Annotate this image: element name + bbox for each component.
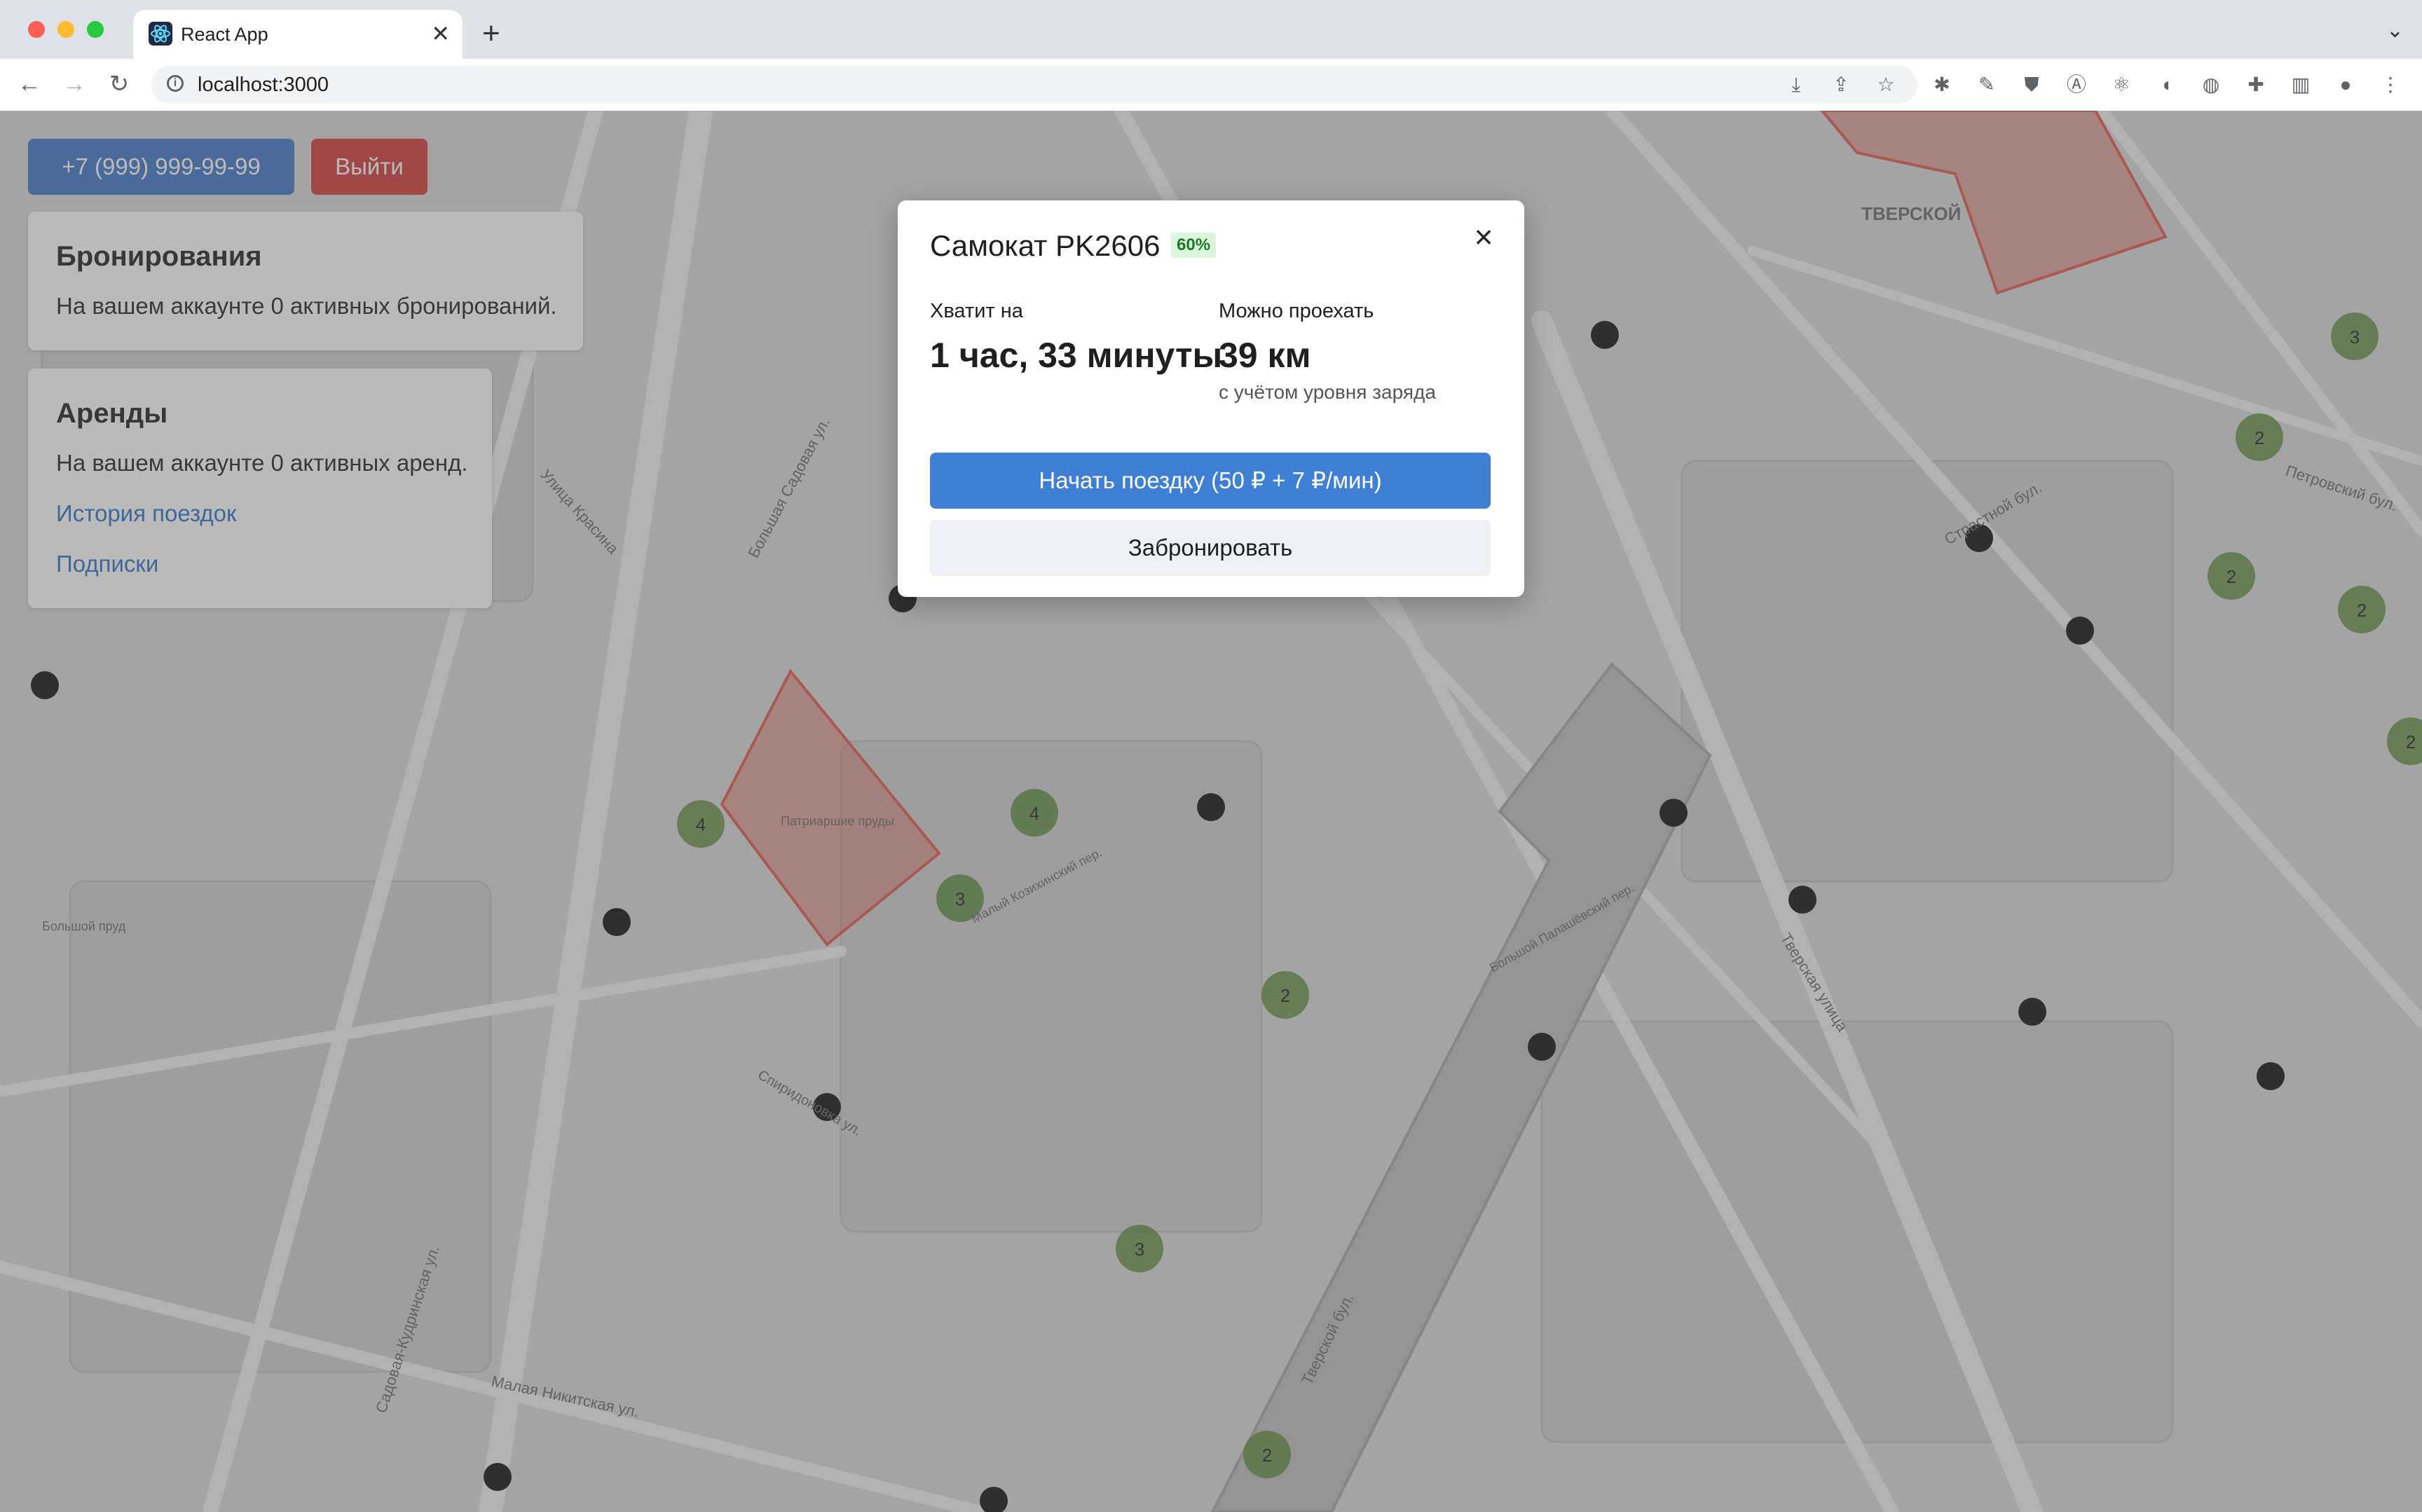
forward-button[interactable]: → bbox=[59, 69, 90, 99]
time-label: Хватит на bbox=[930, 300, 1023, 322]
close-icon[interactable]: × bbox=[1468, 221, 1499, 253]
star-icon[interactable]: ☆ bbox=[1874, 73, 1898, 97]
share-icon[interactable]: ⇪ bbox=[1829, 73, 1853, 97]
distance-label: Можно проехать bbox=[1219, 300, 1374, 322]
modal-title: Самокат PK2606 bbox=[930, 229, 1161, 262]
reload-button[interactable]: ↻ bbox=[104, 69, 135, 99]
shield-icon[interactable]: ⛊ bbox=[2020, 73, 2044, 97]
puzzle-icon[interactable]: ✚ bbox=[2244, 73, 2268, 97]
react-devtools-icon[interactable]: ⚛ bbox=[2109, 73, 2133, 97]
globe-icon[interactable]: ◍ bbox=[2199, 73, 2223, 97]
profile-icon[interactable]: ● bbox=[2334, 73, 2358, 97]
react-favicon-icon bbox=[149, 22, 172, 46]
eyedropper-icon[interactable]: ✎ bbox=[1975, 73, 1999, 97]
url-text: localhost:3000 bbox=[198, 74, 329, 96]
zoom-window-button[interactable] bbox=[87, 21, 104, 38]
distance-hint: с учётом уровня заряда bbox=[1219, 381, 1436, 403]
sidepanel-icon[interactable]: ▥ bbox=[2289, 73, 2313, 97]
new-tab-button[interactable]: + bbox=[482, 15, 500, 52]
tab-title: React App bbox=[181, 24, 268, 45]
download-icon[interactable]: ⤓ bbox=[1784, 73, 1808, 97]
distance-value: 39 км bbox=[1219, 336, 1311, 375]
time-value: 1 час, 33 минуты bbox=[930, 336, 1223, 375]
browser-tab-bar: React App ✕ + ⌄ bbox=[0, 0, 2422, 59]
minimize-window-button[interactable] bbox=[57, 21, 74, 38]
book-button[interactable]: Забронировать bbox=[930, 520, 1491, 576]
battery-badge: 60% bbox=[1171, 233, 1217, 258]
bug-icon[interactable]: ✱ bbox=[1930, 73, 1954, 97]
tab-search-icon[interactable]: ⌄ bbox=[2386, 18, 2404, 43]
back-button[interactable]: ← bbox=[14, 69, 45, 99]
address-bar[interactable]: i localhost:3000 bbox=[151, 66, 1917, 104]
menu-icon[interactable]: ⋮ bbox=[2379, 73, 2402, 97]
translate-icon[interactable]: Ⓐ bbox=[2065, 73, 2088, 97]
browser-toolbar: ← → ↻ i localhost:3000 ⤓ ⇪ ☆ ✱ ✎ ⛊ Ⓐ ⚛ ◖… bbox=[0, 59, 2422, 112]
media-icon[interactable]: ◖ bbox=[2154, 73, 2178, 97]
start-ride-button[interactable]: Начать поездку (50 ₽ + 7 ₽/мин) bbox=[930, 453, 1491, 509]
close-window-button[interactable] bbox=[28, 21, 45, 38]
tab-close-icon[interactable]: ✕ bbox=[431, 20, 450, 48]
scooter-modal: Самокат PK2606 60% × Хватит на 1 час, 33… bbox=[898, 200, 1524, 597]
site-info-icon[interactable]: i bbox=[167, 75, 184, 92]
browser-tab[interactable]: React App ✕ bbox=[133, 10, 463, 59]
